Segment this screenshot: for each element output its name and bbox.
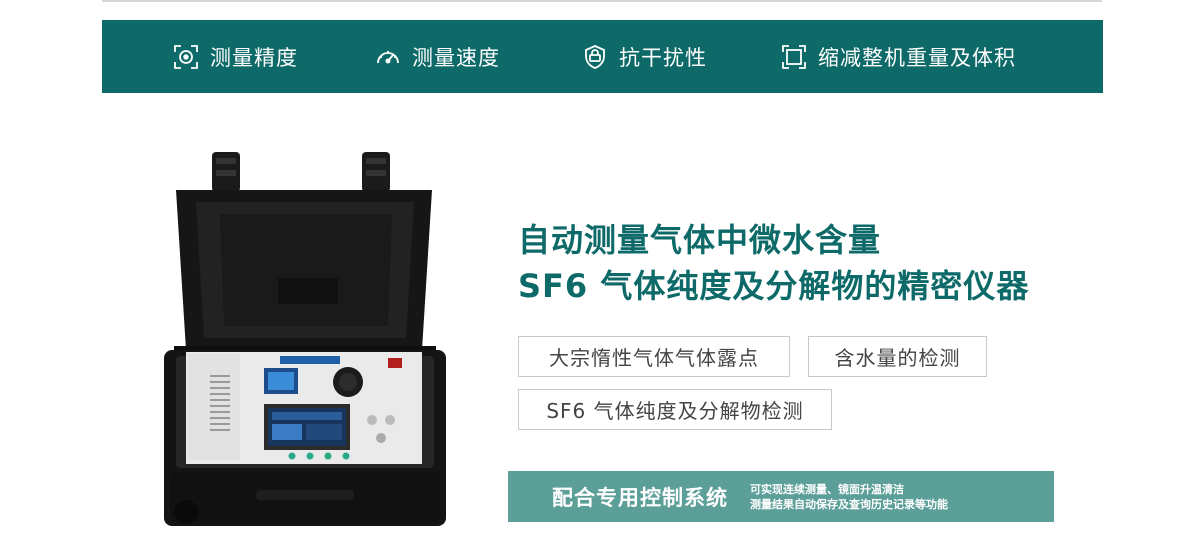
feature-label: 抗干扰性	[619, 45, 707, 70]
tag-sf6-purity-detection: SF6 气体纯度及分解物检测	[518, 389, 832, 430]
feature-anti-interference: 抗干扰性	[581, 20, 707, 93]
headline: 自动测量气体中微水含量 SF6 气体纯度及分解物的精密仪器	[518, 218, 1078, 308]
tag-inert-gas-dew-point: 大宗惰性气体气体露点	[518, 336, 790, 377]
shield-icon	[581, 43, 609, 71]
banner-description: 可实现连续测量、镜面升温清洁 测量结果自动保存及查询历史记录等功能	[750, 482, 948, 512]
frame-corners-icon	[780, 43, 808, 71]
feature-measurement-accuracy: 测量精度	[172, 20, 298, 93]
feature-label: 测量精度	[210, 45, 298, 70]
headline-line-1: 自动测量气体中微水含量	[518, 221, 882, 259]
banner-title: 配合专用控制系统	[552, 485, 728, 510]
feature-reduced-weight-volume: 缩减整机重量及体积	[780, 20, 1016, 93]
banner-desc-line-1: 可实现连续测量、镜面升温清洁	[750, 482, 904, 496]
target-scan-icon	[172, 43, 200, 71]
feature-measurement-speed: 测量速度	[374, 20, 500, 93]
top-divider	[102, 0, 1102, 2]
feature-label: 测量速度	[412, 45, 500, 70]
speedometer-icon	[374, 43, 402, 71]
tag-moisture-content: 含水量的检测	[808, 336, 987, 377]
feature-label: 缩减整机重量及体积	[818, 45, 1016, 70]
control-system-banner: 配合专用控制系统 可实现连续测量、镜面升温清洁 测量结果自动保存及查询历史记录等…	[508, 471, 1054, 522]
banner-desc-line-2: 测量结果自动保存及查询历史记录等功能	[750, 497, 948, 511]
headline-line-2: SF6 气体纯度及分解物的精密仪器	[518, 267, 1030, 305]
product-image	[160, 150, 450, 530]
feature-bar: 测量精度 测量速度 抗干扰性 缩减整机重量及体积	[102, 20, 1103, 93]
